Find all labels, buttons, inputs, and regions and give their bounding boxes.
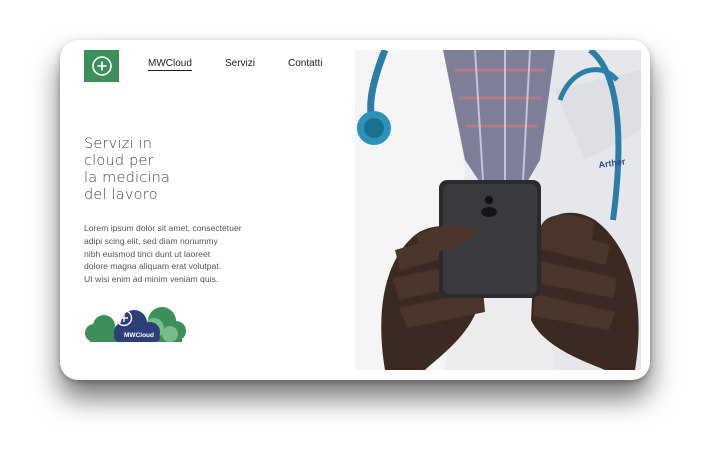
- nav-mwcloud[interactable]: MWCloud: [148, 58, 192, 71]
- body-line: Ut wisi enim ad minim veniam quis.: [84, 274, 219, 285]
- mwcloud-cloud-logo: MWCloud: [82, 306, 188, 342]
- body-line: Lorem ipsum dolor sit amet, consectetuer: [84, 223, 242, 233]
- headline-line: Servizi in: [84, 136, 153, 152]
- body-line: nibh euismod tinci dunt ut laoreet: [84, 248, 211, 259]
- hero-photo: Arther: [355, 50, 641, 370]
- logo[interactable]: [84, 50, 119, 82]
- headline-line: del lavoro: [84, 187, 158, 203]
- headline-line: cloud per: [84, 153, 154, 169]
- body-line: dolore magna aliquam erat volutpat.: [84, 261, 222, 272]
- landing-card: MWCloud Servizi Contatti Servizi in clou…: [60, 40, 650, 380]
- plus-circle-icon: [91, 56, 112, 76]
- hero-headline: Servizi in cloud per la medicina del lav…: [84, 136, 234, 204]
- body-line: adipi scing elit, sed diam nonummy: [84, 235, 218, 246]
- cloud-logo-text: MWCloud: [124, 332, 154, 339]
- nav-servizi[interactable]: Servizi: [225, 58, 255, 69]
- headline-line: la medicina: [84, 170, 171, 186]
- hero-body-text: Lorem ipsum dolor sit amet, consectetuer…: [84, 222, 294, 286]
- nav-contatti[interactable]: Contatti: [288, 58, 322, 69]
